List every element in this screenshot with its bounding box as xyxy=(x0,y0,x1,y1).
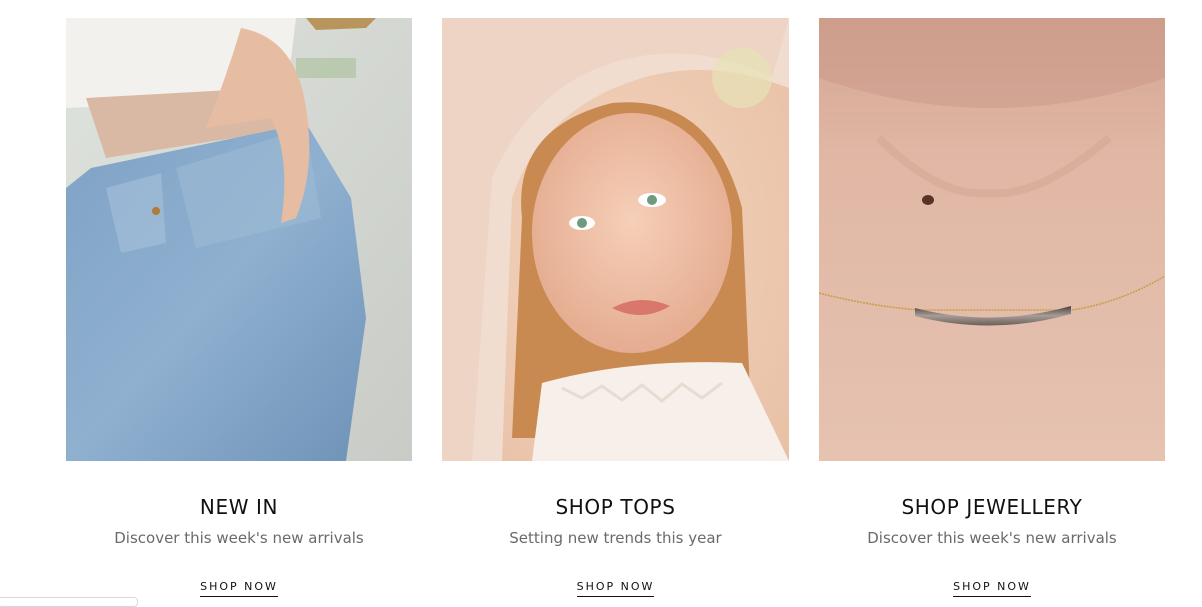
shop-now-link[interactable]: SHOP NOW xyxy=(200,580,278,597)
card-title: SHOP JEWELLERY xyxy=(901,495,1083,519)
card-shop-jewellery: SHOP JEWELLERY Discover this week's new … xyxy=(819,18,1165,597)
new-in-image-link[interactable] xyxy=(66,18,412,461)
shop-now-link[interactable]: SHOP NOW xyxy=(576,580,655,597)
card-title: NEW IN xyxy=(199,495,279,519)
card-subtitle: Setting new trends this year xyxy=(509,529,722,547)
floral-hat-photo xyxy=(442,18,789,461)
status-tooltip xyxy=(0,597,138,607)
card-link-wrap: SHOP NOW xyxy=(819,575,1165,597)
shop-now-link[interactable]: SHOP NOW xyxy=(953,580,1031,597)
card-shop-tops: SHOP TOPS Setting new trends this year S… xyxy=(442,18,789,597)
jeans-photo xyxy=(66,18,412,461)
shop-tops-image-link[interactable] xyxy=(442,18,789,461)
card-title: SHOP TOPS xyxy=(555,495,676,519)
card-subtitle: Discover this week's new arrivals xyxy=(114,529,364,547)
necklace-photo xyxy=(819,18,1165,461)
card-new-in: NEW IN Discover this week's new arrivals… xyxy=(66,18,412,597)
collection-cards: NEW IN Discover this week's new arrivals… xyxy=(0,0,1202,604)
shop-jewellery-image-link[interactable] xyxy=(819,18,1165,461)
card-link-wrap: SHOP NOW xyxy=(66,575,412,597)
card-subtitle: Discover this week's new arrivals xyxy=(867,529,1117,547)
card-link-wrap: SHOP NOW xyxy=(442,575,789,597)
